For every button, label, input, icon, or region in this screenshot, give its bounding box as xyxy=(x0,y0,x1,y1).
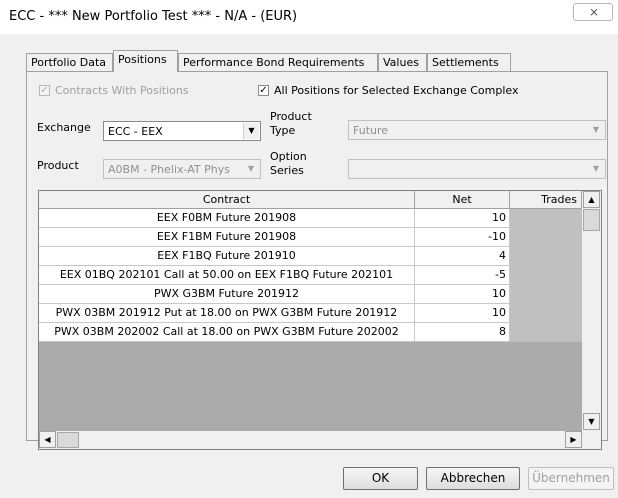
table-row-contract[interactable]: PWX 03BM 201912 Put at 18.00 on PWX G3BM… xyxy=(39,304,415,323)
scroll-down-button[interactable]: ▼ xyxy=(583,413,600,430)
tab-positions[interactable]: Positions xyxy=(113,50,178,72)
chevron-down-icon: ▼ xyxy=(243,123,259,139)
product-type-select[interactable]: Future ▼ xyxy=(348,120,606,140)
horizontal-scrollbar[interactable] xyxy=(39,431,582,449)
column-header-trades[interactable]: Trades xyxy=(510,191,582,209)
ok-button[interactable]: OK xyxy=(343,467,418,490)
scroll-corner xyxy=(582,431,601,449)
product-value: A0BM - Phelix-AT Phys xyxy=(108,163,230,176)
option-series-label-line1: Option xyxy=(270,150,307,163)
table-row-net[interactable]: -10 xyxy=(415,228,510,247)
table-row-contract[interactable]: PWX 03BM 202002 Call at 18.00 on PWX G3B… xyxy=(39,323,415,342)
arrow-down-icon: ▼ xyxy=(588,417,595,426)
contracts-with-positions-checkbox[interactable]: ✓ xyxy=(39,85,50,96)
table-row-contract[interactable]: EEX 01BQ 202101 Call at 50.00 on EEX F1B… xyxy=(39,266,415,285)
arrow-up-icon: ▲ xyxy=(588,195,595,204)
arrow-right-icon: ▶ xyxy=(570,435,577,444)
title-bar: ECC - *** New Portfolio Test *** - N/A -… xyxy=(0,0,618,34)
all-positions-checkbox[interactable]: ✓ xyxy=(258,85,269,96)
product-select[interactable]: A0BM - Phelix-AT Phys ▼ xyxy=(103,159,261,179)
contracts-with-positions-label: Contracts With Positions xyxy=(55,84,189,97)
column-header-net[interactable]: Net xyxy=(415,191,510,209)
table-row-net[interactable]: 10 xyxy=(415,209,510,228)
table-row-contract[interactable]: EEX F0BM Future 201908 xyxy=(39,209,415,228)
product-type-label-line1: Product xyxy=(270,110,312,123)
product-type-label-line2: Type xyxy=(270,124,296,137)
exchange-label: Exchange xyxy=(37,121,91,134)
trades-column-cells[interactable] xyxy=(510,209,582,342)
option-series-label-line2: Series xyxy=(270,164,304,177)
scroll-up-button[interactable]: ▲ xyxy=(583,191,600,208)
cancel-button[interactable]: Abbrechen xyxy=(426,467,520,490)
tab-values[interactable]: Values xyxy=(378,53,427,72)
vertical-scroll-thumb[interactable] xyxy=(583,209,600,231)
product-type-value: Future xyxy=(353,124,389,137)
table-row-net[interactable]: 10 xyxy=(415,285,510,304)
window-title: ECC - *** New Portfolio Test *** - N/A -… xyxy=(9,9,298,24)
table-row-contract[interactable]: EEX F1BM Future 201908 xyxy=(39,228,415,247)
horizontal-scroll-thumb[interactable] xyxy=(57,432,79,448)
chevron-down-icon: ▼ xyxy=(592,125,600,134)
chevron-down-icon: ▼ xyxy=(247,164,255,173)
table-row-net[interactable]: 4 xyxy=(415,247,510,266)
column-header-contract[interactable]: Contract xyxy=(39,191,415,209)
table-row-net[interactable]: 8 xyxy=(415,323,510,342)
close-icon: ⨯ xyxy=(589,5,600,19)
product-label: Product xyxy=(37,159,79,172)
option-series-select[interactable]: ▼ xyxy=(348,159,606,179)
tab-portfolio-data[interactable]: Portfolio Data xyxy=(26,53,113,72)
table-row-net[interactable]: 10 xyxy=(415,304,510,323)
tab-settlements[interactable]: Settlements xyxy=(427,53,511,72)
table-row-net[interactable]: -5 xyxy=(415,266,510,285)
tab-performance-bond-requirements[interactable]: Performance Bond Requirements xyxy=(178,53,378,72)
positions-grid[interactable]: Contract Net Trades EEX F0BM Future 2019… xyxy=(38,190,602,450)
scroll-left-button[interactable]: ◀ xyxy=(39,431,56,448)
scroll-right-button[interactable]: ▶ xyxy=(565,431,582,448)
all-positions-label: All Positions for Selected Exchange Comp… xyxy=(274,84,519,97)
table-row-contract[interactable]: EEX F1BQ Future 201910 xyxy=(39,247,415,266)
arrow-left-icon: ◀ xyxy=(44,435,51,444)
exchange-select[interactable]: ECC - EEX ▼ xyxy=(103,121,261,141)
chevron-down-icon: ▼ xyxy=(592,164,600,173)
close-button[interactable]: ⨯ xyxy=(573,3,613,21)
table-row-contract[interactable]: PWX G3BM Future 201912 xyxy=(39,285,415,304)
exchange-value: ECC - EEX xyxy=(108,125,163,138)
apply-button[interactable]: Übernehmen xyxy=(528,467,614,490)
